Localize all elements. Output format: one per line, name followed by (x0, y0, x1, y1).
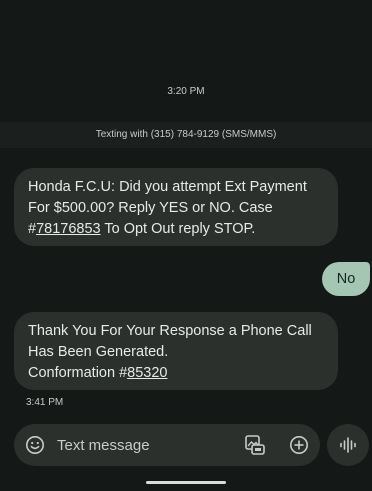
message-line: #78176853 To Opt Out reply STOP. (28, 219, 324, 240)
voice-message-button[interactable] (327, 424, 369, 466)
emoji-icon[interactable] (25, 435, 45, 455)
message-line: Thank You For Your Response a Phone Call (28, 323, 312, 339)
message-line: Honda F.C.U: Did you attempt Ext Payment (28, 179, 307, 195)
message-line: Has Been Generated. (28, 344, 169, 360)
incoming-message-bubble[interactable]: Honda F.C.U: Did you attempt Ext Payment… (14, 168, 338, 246)
message-text: Conformation # (28, 365, 128, 381)
message-text: To Opt Out reply STOP. (100, 221, 256, 237)
navigation-gesture-bar[interactable] (146, 481, 226, 484)
conversation-info-banner: Texting with (315) 784-9129 (SMS/MMS) (0, 122, 372, 148)
message-line: Conformation #85320 (28, 363, 324, 384)
message-composer (14, 424, 320, 466)
voice-icon (340, 437, 356, 453)
message-input[interactable] (57, 424, 227, 466)
outgoing-message-bubble[interactable]: No (322, 262, 370, 296)
message-timestamp: 3:41 PM (26, 397, 64, 408)
incoming-message-bubble[interactable]: Thank You For Your Response a Phone Call… (14, 312, 338, 390)
case-number-link[interactable]: 78176853 (36, 221, 101, 237)
gallery-icon[interactable] (244, 434, 266, 456)
confirmation-number-link[interactable]: 85320 (127, 365, 167, 381)
add-icon[interactable] (289, 435, 309, 455)
message-timestamp: 3:20 PM (167, 86, 205, 97)
message-line: For $500.00? Reply YES or NO. Case (28, 200, 273, 216)
message-text: # (28, 221, 37, 237)
